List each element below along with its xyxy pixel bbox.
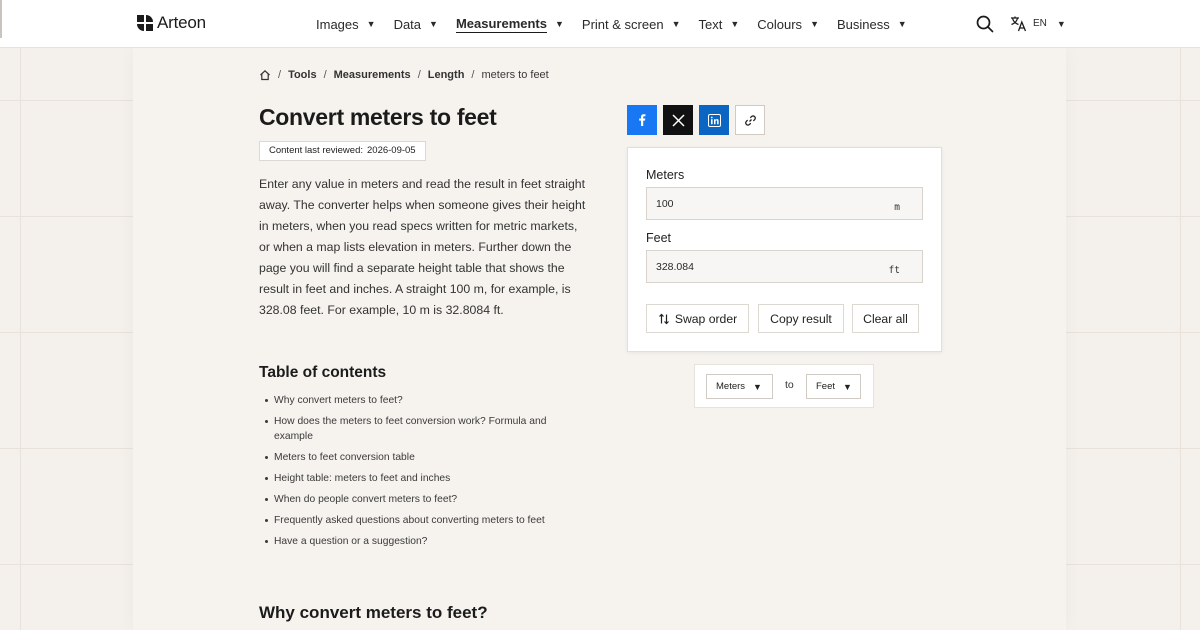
meters-unit: m [894,202,900,213]
meters-input[interactable]: 100 m [646,187,923,220]
review-date: 2026-09-05 [367,145,416,156]
from-unit-select[interactable]: Meters ▼ [706,374,773,399]
caret-down-icon: ▼ [555,19,564,29]
toc-title: Table of contents [259,364,387,381]
nav-label: Colours [757,16,803,32]
linkedin-icon [707,113,721,127]
from-unit-value: Meters [716,381,746,392]
nav-label: Business [836,16,890,32]
swap-icon [658,313,669,324]
nav-label: Data [393,16,422,32]
table-of-contents: Why convert meters to feet? How does the… [265,393,574,555]
intro-paragraph: Enter any value in meters and read the r… [259,177,586,317]
facebook-share-button[interactable] [627,105,657,135]
facebook-icon [639,114,646,126]
toc-item[interactable]: Height table: meters to feet and inches [265,471,574,486]
converter-card: Meters 100 m Feet 328.084 ft Swap order … [627,147,942,352]
breadcrumb-separator: / [417,69,421,81]
toc-item[interactable]: Meters to feet conversion table [265,450,574,465]
caret-down-icon: ▼ [366,19,376,29]
copy-label: Copy result [770,311,832,326]
meters-label: Meters [646,168,685,182]
feet-input[interactable]: 328.084 ft [646,250,923,283]
clear-all-button[interactable]: Clear all [852,304,919,333]
breadcrumb-separator: / [323,69,327,81]
nav-item-colours[interactable]: Colours ▼ [757,13,819,35]
link-icon [744,114,756,126]
nav-item-business[interactable]: Business ▼ [837,13,907,35]
to-label: to [785,379,794,391]
breadcrumb-tools[interactable]: Tools [288,69,317,81]
caret-down-icon: ▼ [810,19,819,29]
breadcrumb-separator: / [471,69,475,81]
caret-down-icon: ▼ [429,19,438,29]
breadcrumb-current: meters to feet [481,69,549,81]
swap-order-button[interactable]: Swap order [646,304,749,333]
home-icon[interactable] [259,69,271,81]
nav-label: Images [316,16,359,32]
site-logo[interactable]: Arteon [137,13,206,33]
logo-text: Arteon [157,13,206,32]
toc-item[interactable]: Why convert meters to feet? [265,393,574,408]
logo-icon [137,15,153,31]
nav-item-measurements[interactable]: Measurements ▼ [455,13,564,35]
toc-item[interactable]: Frequently asked questions about convert… [265,513,574,528]
top-navigation-bar: Arteon Images ▼ Data ▼ Measurements ▼ Print… [0,0,1200,48]
unit-selector-bar: Meters ▼ to Feet ▼ [694,364,874,408]
toc-item[interactable]: When do people convert meters to feet? [265,492,574,507]
caret-down-icon: ▼ [753,381,762,392]
nav-label: Measurements [455,15,547,33]
nav-item-images[interactable]: Images ▼ [316,13,376,35]
section-heading: Why convert meters to feet? [259,603,488,622]
feet-label: Feet [646,231,672,245]
swap-label: Swap order [674,311,738,326]
breadcrumb-length[interactable]: Length [428,69,465,81]
window-edge [0,0,2,38]
linkedin-share-button[interactable] [699,105,729,135]
nav-item-print-screen[interactable]: Print & screen ▼ [582,13,681,35]
copy-link-button[interactable] [735,105,765,135]
page-title: Convert meters to feet [259,104,497,130]
search-icon[interactable] [976,15,994,33]
nav-item-text[interactable]: Text ▼ [699,13,740,35]
breadcrumb-separator: / [278,69,282,81]
caret-down-icon: ▼ [843,381,852,392]
nav-item-data[interactable]: Data ▼ [394,13,438,35]
clear-label: Clear all [863,311,908,326]
share-buttons [627,105,765,135]
x-icon [671,113,685,127]
toc-item[interactable]: Have a question or a suggestion? [265,534,574,549]
caret-down-icon: ▼ [897,19,907,29]
to-unit-value: Feet [816,381,836,392]
caret-down-icon: ▼ [730,19,740,29]
nav-label: Print & screen [581,16,664,32]
to-unit-select[interactable]: Feet ▼ [806,374,861,399]
feet-unit: ft [888,265,900,276]
breadcrumb: / Tools / Measurements / Length / meters… [259,69,549,81]
copy-result-button[interactable]: Copy result [758,304,844,333]
translate-icon [1011,16,1027,32]
caret-down-icon: ▼ [671,19,681,29]
language-code: EN [1033,18,1047,29]
language-selector[interactable]: EN ▼ [1010,15,1066,32]
meters-value: 100 [656,198,674,210]
x-share-button[interactable] [663,105,693,135]
caret-down-icon: ▼ [1056,18,1066,29]
nav-label: Text [698,16,723,32]
review-label: Content last reviewed: [269,145,363,156]
breadcrumb-measurements[interactable]: Measurements [334,69,411,81]
toc-item[interactable]: How does the meters to feet conversion w… [265,414,574,444]
review-date-badge: Content last reviewed: 2026-09-05 [259,141,426,161]
main-nav: Images ▼ Data ▼ Measurements ▼ Print & scre… [316,0,925,48]
feet-value: 328.084 [656,261,694,273]
